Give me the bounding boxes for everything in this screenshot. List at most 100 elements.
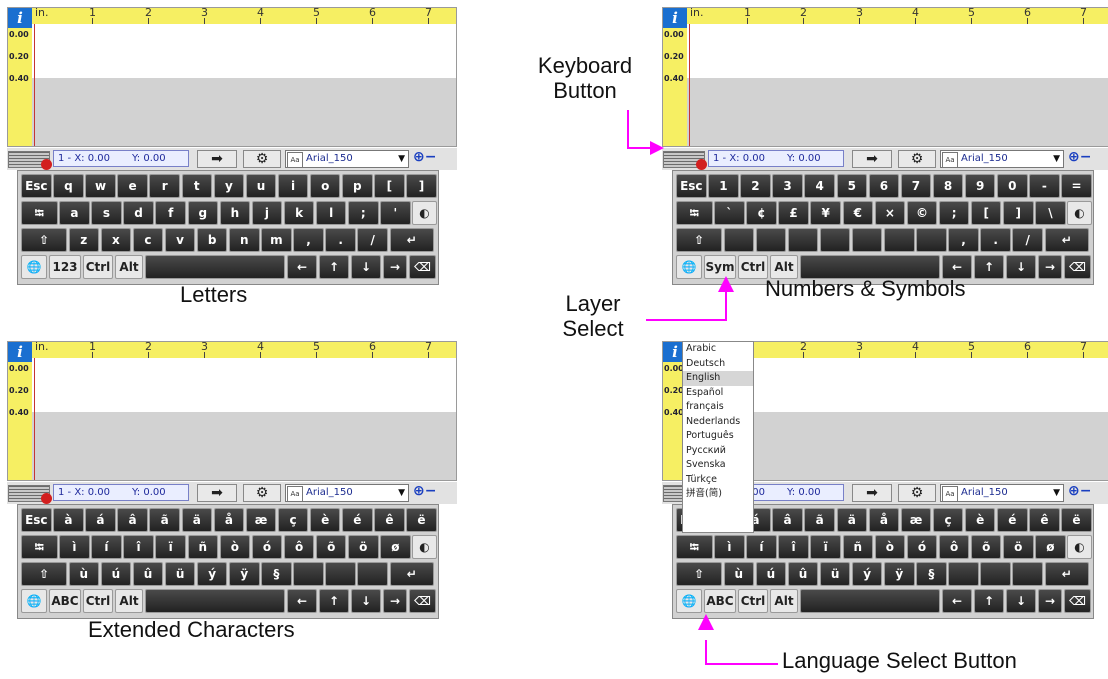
editor-canvas[interactable]: in.12345670.000.200.40i bbox=[7, 7, 457, 147]
key[interactable]: ù bbox=[68, 562, 100, 586]
key[interactable]: ↓ bbox=[351, 589, 381, 613]
key[interactable] bbox=[851, 228, 883, 252]
key[interactable] bbox=[1012, 562, 1043, 586]
key[interactable]: 2 bbox=[740, 174, 771, 198]
layer-select-button[interactable]: Sym bbox=[704, 255, 736, 279]
key[interactable]: ë bbox=[406, 508, 437, 532]
key[interactable] bbox=[980, 562, 1011, 586]
language-select-button[interactable]: 🌐 bbox=[21, 255, 47, 279]
key[interactable]: € bbox=[842, 201, 874, 225]
key[interactable]: w bbox=[85, 174, 116, 198]
key[interactable]: ø bbox=[380, 535, 411, 559]
key[interactable]: ó bbox=[906, 535, 938, 559]
key[interactable]: è bbox=[964, 508, 996, 532]
key[interactable]: 6 bbox=[868, 174, 900, 198]
key[interactable]: î bbox=[123, 535, 154, 559]
key[interactable]: ê bbox=[374, 508, 405, 532]
key[interactable]: b bbox=[196, 228, 228, 252]
key[interactable] bbox=[357, 562, 388, 586]
key[interactable]: ⇧ bbox=[676, 562, 722, 586]
key[interactable] bbox=[293, 562, 324, 586]
language-option[interactable]: Español bbox=[683, 386, 753, 401]
key[interactable] bbox=[800, 589, 940, 613]
key[interactable]: ä bbox=[181, 508, 213, 532]
key[interactable]: ÿ bbox=[229, 562, 260, 586]
key[interactable]: ⌫ bbox=[1064, 589, 1091, 613]
key[interactable]: ◐ bbox=[1067, 201, 1092, 225]
key[interactable]: Ctrl bbox=[83, 255, 113, 279]
key[interactable]: à bbox=[53, 508, 84, 532]
key[interactable]: 0 bbox=[997, 174, 1028, 198]
send-arrow-button[interactable]: ➡ bbox=[852, 150, 892, 168]
key[interactable]: î bbox=[778, 535, 809, 559]
key[interactable]: ← bbox=[287, 255, 317, 279]
key[interactable]: í bbox=[746, 535, 777, 559]
key[interactable]: d bbox=[123, 201, 154, 225]
key[interactable]: ý bbox=[851, 562, 883, 586]
key[interactable]: → bbox=[1038, 589, 1062, 613]
key[interactable]: 5 bbox=[836, 174, 868, 198]
key[interactable]: ; bbox=[938, 201, 970, 225]
key[interactable]: ← bbox=[942, 589, 972, 613]
language-dropdown[interactable]: Arabic Deutsch English Español français Neder… bbox=[682, 341, 754, 533]
key[interactable]: Ctrl bbox=[738, 589, 768, 613]
key[interactable]: ú bbox=[100, 562, 132, 586]
info-icon[interactable]: i bbox=[8, 8, 32, 28]
key[interactable]: i bbox=[277, 174, 309, 198]
key[interactable]: ⭾ bbox=[676, 201, 713, 225]
send-arrow-button[interactable]: ➡ bbox=[197, 484, 237, 502]
gear-icon[interactable]: ⚙ bbox=[898, 484, 936, 502]
key[interactable]: Esc bbox=[676, 174, 707, 198]
zoom-control[interactable]: ⊕− bbox=[1068, 149, 1091, 165]
key[interactable]: o bbox=[309, 174, 341, 198]
key[interactable] bbox=[145, 255, 285, 279]
key[interactable]: ü bbox=[164, 562, 196, 586]
language-option[interactable]: Русский bbox=[683, 444, 753, 459]
key[interactable]: ý bbox=[196, 562, 228, 586]
key[interactable]: ↑ bbox=[974, 589, 1004, 613]
key[interactable]: Esc bbox=[21, 508, 52, 532]
zoom-control[interactable]: ⊕− bbox=[413, 483, 436, 499]
key[interactable]: v bbox=[164, 228, 196, 252]
key[interactable]: å bbox=[868, 508, 900, 532]
key[interactable]: Alt bbox=[770, 589, 798, 613]
key[interactable] bbox=[787, 228, 819, 252]
key[interactable]: ⌫ bbox=[409, 589, 436, 613]
key[interactable]: ' bbox=[380, 201, 411, 225]
editor-canvas[interactable]: in.12345670.000.200.40i bbox=[662, 7, 1108, 147]
key[interactable]: í bbox=[91, 535, 122, 559]
key[interactable] bbox=[145, 589, 285, 613]
key[interactable]: ↑ bbox=[319, 589, 349, 613]
key[interactable]: û bbox=[132, 562, 164, 586]
key[interactable]: , bbox=[293, 228, 324, 252]
key[interactable]: 7 bbox=[900, 174, 932, 198]
key[interactable]: / bbox=[1012, 228, 1043, 252]
send-arrow-button[interactable]: ➡ bbox=[852, 484, 892, 502]
gear-icon[interactable]: ⚙ bbox=[243, 150, 281, 168]
key[interactable]: ⭾ bbox=[21, 535, 58, 559]
key[interactable]: k bbox=[283, 201, 315, 225]
key[interactable]: 4 bbox=[804, 174, 835, 198]
key[interactable] bbox=[755, 228, 787, 252]
key[interactable]: ö bbox=[1003, 535, 1034, 559]
key[interactable]: , bbox=[948, 228, 979, 252]
key[interactable]: ⭾ bbox=[21, 201, 58, 225]
key[interactable]: r bbox=[149, 174, 180, 198]
key[interactable]: g bbox=[187, 201, 219, 225]
key[interactable]: Alt bbox=[115, 589, 143, 613]
key[interactable]: y bbox=[213, 174, 245, 198]
key[interactable]: Esc bbox=[21, 174, 52, 198]
key[interactable]: ê bbox=[1029, 508, 1060, 532]
key[interactable]: ◐ bbox=[412, 535, 437, 559]
key[interactable]: c bbox=[132, 228, 164, 252]
key[interactable] bbox=[325, 562, 356, 586]
key[interactable]: é bbox=[342, 508, 373, 532]
key[interactable]: ↑ bbox=[319, 255, 349, 279]
key[interactable]: õ bbox=[315, 535, 347, 559]
key[interactable]: ↓ bbox=[351, 255, 381, 279]
language-select-button[interactable]: 🌐 bbox=[676, 589, 702, 613]
key[interactable]: ä bbox=[836, 508, 868, 532]
key[interactable] bbox=[916, 228, 947, 252]
language-option[interactable]: 拼音(简) bbox=[683, 487, 753, 502]
key[interactable]: ã bbox=[149, 508, 180, 532]
